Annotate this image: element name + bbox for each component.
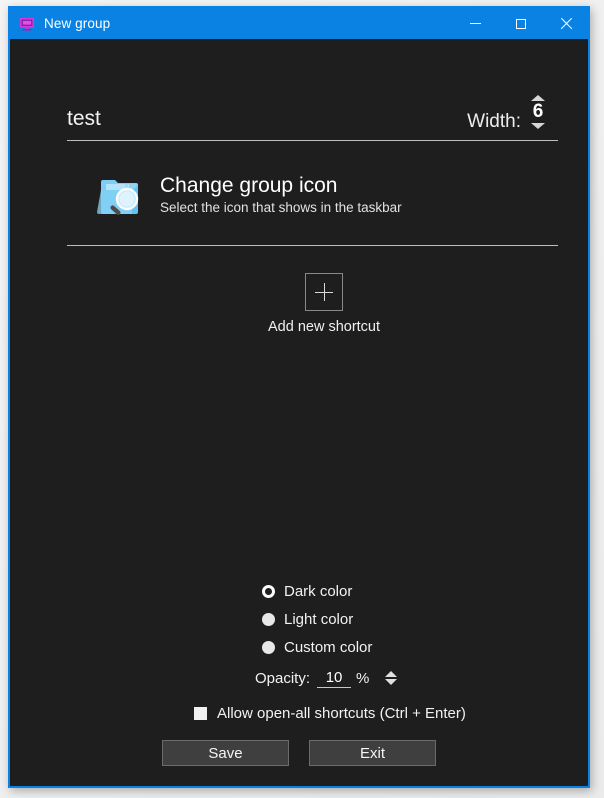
group-name-input[interactable] bbox=[59, 106, 399, 135]
allow-open-all-checkbox[interactable] bbox=[194, 706, 207, 720]
header-row: Width: 6 bbox=[59, 83, 551, 135]
dialog-button-row: Save Exit bbox=[10, 740, 588, 766]
opacity-spinner bbox=[385, 671, 398, 685]
width-spinner: 6 bbox=[525, 95, 551, 129]
separator-bottom bbox=[67, 245, 558, 246]
dialog-client-area: Width: 6 bbox=[10, 39, 588, 786]
radio-indicator bbox=[262, 584, 275, 598]
window-titlebar[interactable]: New group bbox=[10, 8, 588, 39]
allow-open-all-label: Allow open-all shortcuts (Ctrl + Enter) bbox=[217, 704, 466, 722]
desktop-background: New group Width: bbox=[0, 0, 604, 798]
separator-top bbox=[67, 140, 558, 141]
radio-option-dark-color[interactable]: Dark color bbox=[10, 577, 588, 605]
change-group-icon-row[interactable]: Change group icon Select the icon that s… bbox=[94, 165, 534, 223]
opacity-input[interactable] bbox=[317, 668, 352, 688]
change-group-icon-texts: Change group icon Select the icon that s… bbox=[160, 173, 402, 216]
change-group-icon-subtitle: Select the icon that shows in the taskba… bbox=[160, 199, 402, 215]
triangle-down-icon[interactable] bbox=[385, 679, 398, 685]
opacity-label: Opacity: bbox=[255, 669, 311, 687]
radio-indicator bbox=[262, 612, 275, 626]
save-button[interactable]: Save bbox=[162, 740, 289, 766]
radio-label: Custom color bbox=[284, 638, 373, 656]
window-title: New group bbox=[44, 16, 111, 31]
radio-indicator bbox=[262, 640, 275, 654]
exit-button[interactable]: Exit bbox=[309, 740, 436, 766]
radio-label: Light color bbox=[284, 610, 354, 628]
opacity-unit-label: % bbox=[356, 669, 370, 687]
monitor-icon bbox=[20, 17, 34, 30]
radio-option-light-color[interactable]: Light color bbox=[10, 605, 588, 633]
radio-label: Dark color bbox=[284, 582, 353, 600]
width-label: Width: bbox=[467, 111, 521, 132]
width-control: Width: 6 bbox=[467, 95, 551, 135]
minimize-button[interactable] bbox=[453, 8, 498, 39]
change-group-icon-title: Change group icon bbox=[160, 173, 338, 197]
maximize-button[interactable] bbox=[498, 8, 543, 39]
close-button[interactable] bbox=[543, 8, 588, 39]
allow-open-all-row[interactable]: Allow open-all shortcuts (Ctrl + Enter) bbox=[10, 699, 588, 727]
triangle-down-icon[interactable] bbox=[531, 123, 545, 129]
radio-option-custom-color[interactable]: Custom color bbox=[10, 633, 588, 661]
add-new-shortcut-button[interactable]: Add new shortcut bbox=[268, 273, 380, 335]
new-group-window: New group Width: bbox=[8, 6, 590, 788]
maximize-icon bbox=[515, 18, 526, 29]
triangle-up-icon[interactable] bbox=[385, 671, 398, 677]
add-new-shortcut-label: Add new shortcut bbox=[267, 319, 381, 335]
plus-icon bbox=[305, 273, 343, 311]
search-folder-icon bbox=[97, 180, 139, 215]
minimize-icon bbox=[470, 23, 481, 24]
width-value[interactable]: 6 bbox=[533, 101, 544, 123]
appearance-options: Dark color Light color Custom color Opac… bbox=[10, 577, 588, 727]
opacity-row: Opacity: % bbox=[10, 663, 588, 693]
close-icon bbox=[560, 18, 572, 30]
window-controls bbox=[453, 8, 588, 39]
